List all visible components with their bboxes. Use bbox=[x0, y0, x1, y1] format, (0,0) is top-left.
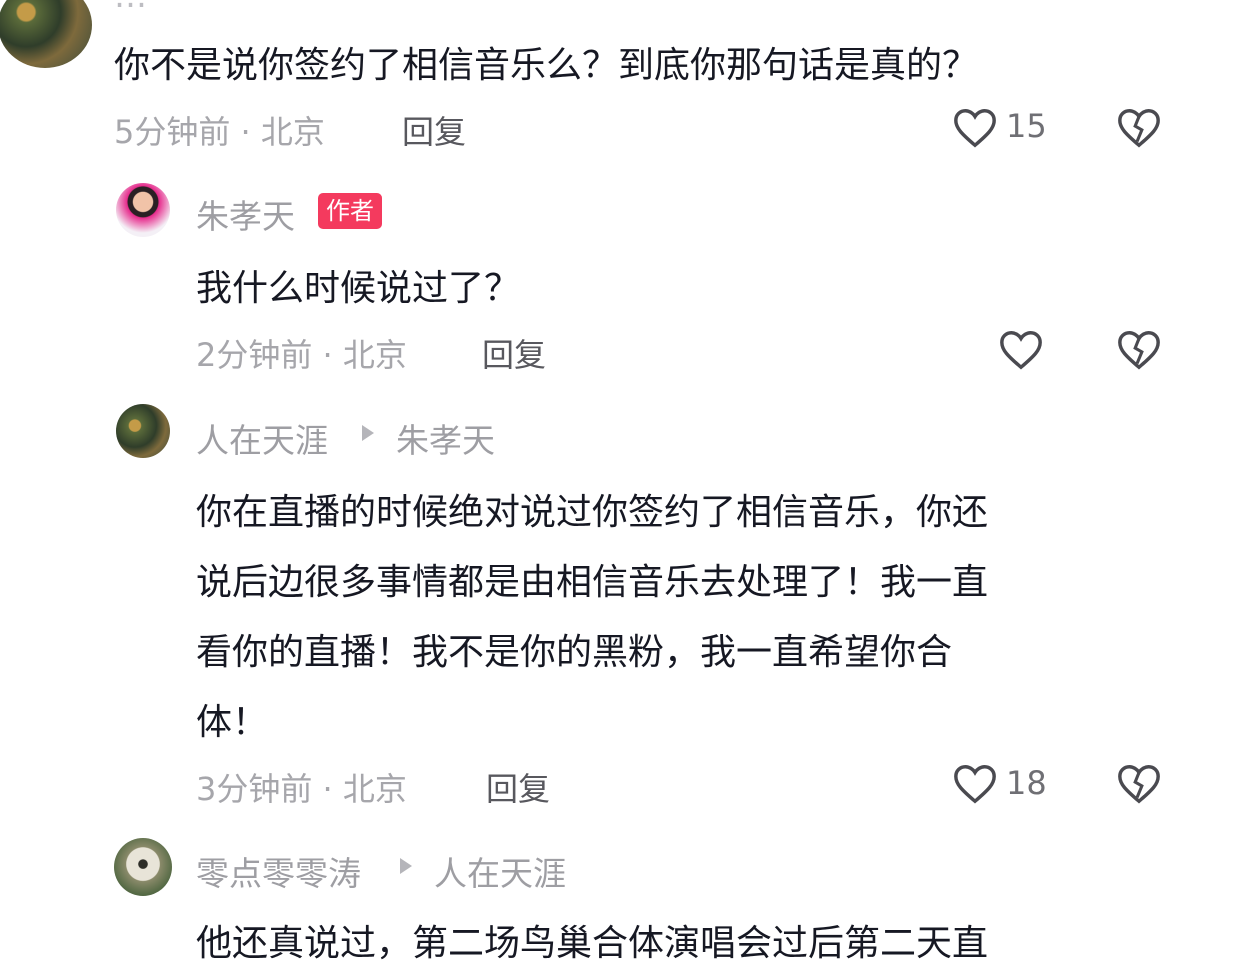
reply-to-user[interactable]: 朱孝天 bbox=[396, 414, 495, 462]
comment-time: 3分钟前 · 北京 bbox=[196, 770, 407, 808]
comment-line: 看你的直播！我不是你的黑粉，我一直希望你合 bbox=[196, 632, 953, 673]
like-count: 15 bbox=[1006, 107, 1047, 145]
comment-author[interactable]: 人在天涯 bbox=[196, 414, 328, 462]
comment-text: 我什么时候说过了？ bbox=[196, 268, 521, 309]
avatar-author[interactable] bbox=[116, 183, 170, 237]
comment-line: 体！ bbox=[196, 702, 269, 743]
heart-outline-icon[interactable] bbox=[952, 762, 998, 806]
broken-heart-icon[interactable] bbox=[1116, 106, 1162, 150]
heart-outline-icon[interactable] bbox=[952, 106, 998, 150]
reply-button[interactable]: 回复 bbox=[402, 107, 466, 153]
reply-button[interactable]: 回复 bbox=[486, 764, 550, 810]
like-count: 18 bbox=[1006, 764, 1047, 802]
triangle-right-icon bbox=[400, 858, 412, 874]
comment-text: 你不是说你签约了相信音乐么？到底你那句话是真的？ bbox=[114, 45, 979, 86]
heart-outline-icon[interactable] bbox=[998, 328, 1044, 372]
comment-author-cut: … bbox=[114, 0, 147, 15]
broken-heart-icon[interactable] bbox=[1116, 328, 1162, 372]
comment-author[interactable]: 零点零零涛 bbox=[196, 847, 361, 895]
comment-line: 说后边很多事情都是由相信音乐去处理了！我一直 bbox=[196, 562, 989, 603]
triangle-right-icon bbox=[362, 425, 374, 441]
comment-time: 2分钟前 · 北京 bbox=[196, 336, 407, 374]
comment-author[interactable]: 朱孝天 bbox=[196, 190, 295, 238]
avatar-user-1[interactable] bbox=[116, 404, 170, 458]
comment-line: 你在直播的时候绝对说过你签约了相信音乐，你还 bbox=[196, 492, 989, 533]
reply-to-user[interactable]: 人在天涯 bbox=[434, 847, 566, 895]
avatar-user-3[interactable] bbox=[114, 838, 172, 896]
broken-heart-icon[interactable] bbox=[1116, 762, 1162, 806]
reply-button[interactable]: 回复 bbox=[482, 330, 546, 376]
comment-text: 他还真说过，第二场鸟巢合体演唱会过后第二天直 bbox=[196, 923, 989, 964]
comment-time: 5分钟前 · 北京 bbox=[114, 113, 325, 151]
avatar-user-1[interactable] bbox=[0, 0, 92, 68]
author-badge: 作者 bbox=[318, 193, 382, 229]
